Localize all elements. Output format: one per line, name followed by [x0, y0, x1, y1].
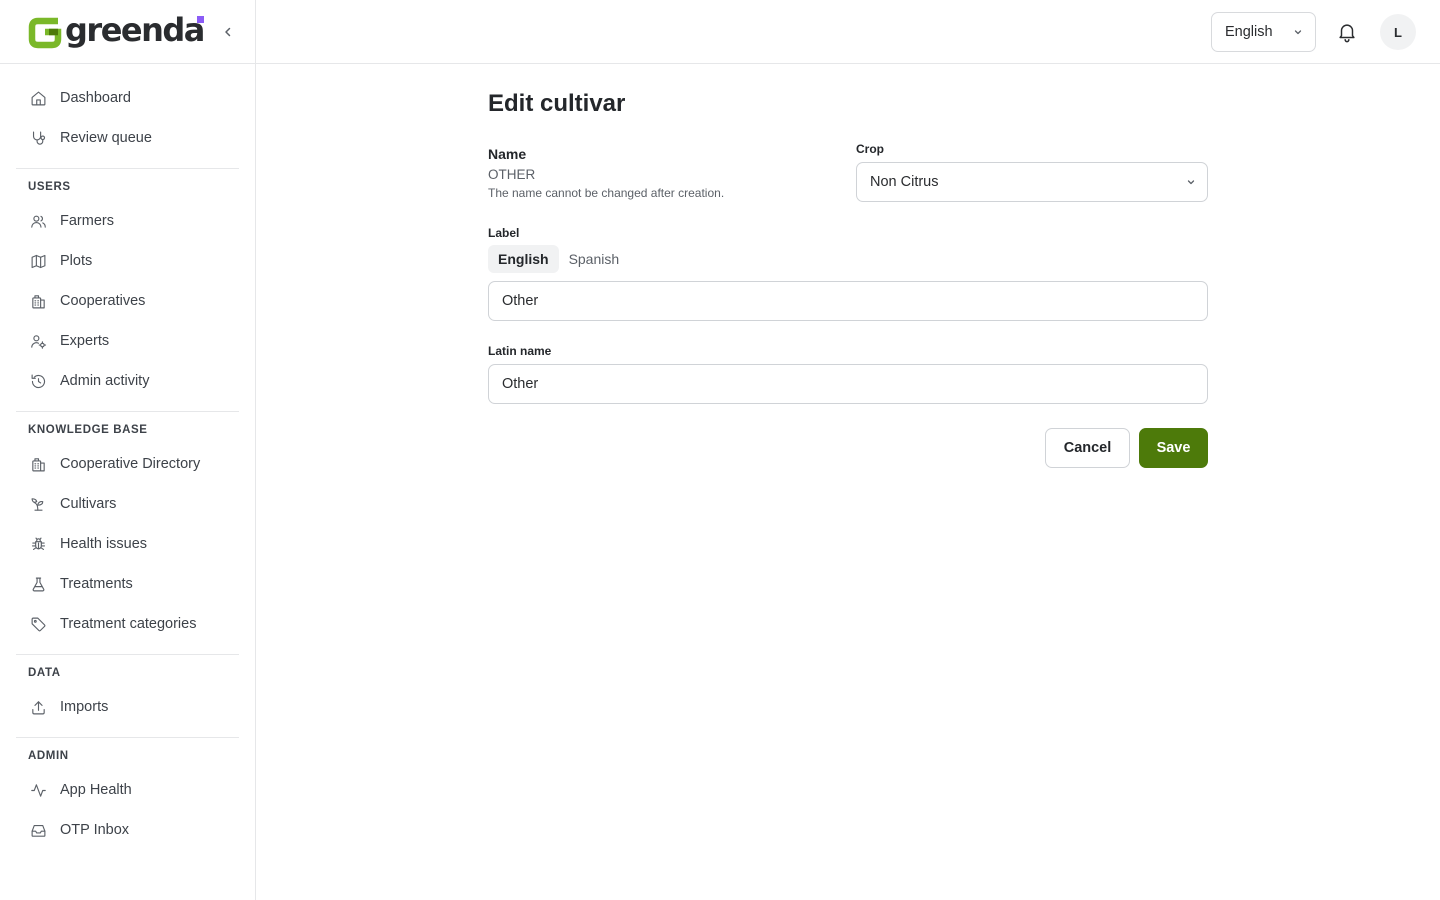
label-field: Label English Spanish	[488, 226, 1208, 321]
flask-icon	[28, 574, 48, 594]
upload-icon	[28, 697, 48, 717]
sidebar-item-label: Farmers	[60, 213, 114, 229]
latin-name-label: Latin name	[488, 344, 552, 358]
inbox-icon	[28, 820, 48, 840]
home-icon	[28, 88, 48, 108]
crop-label: Crop	[856, 142, 884, 156]
language-select[interactable]: English	[1211, 12, 1316, 52]
brand-header: greenda	[0, 0, 255, 64]
sidebar-item-farmers[interactable]: Farmers	[16, 201, 239, 241]
stethoscope-icon	[28, 128, 48, 148]
building-icon	[28, 454, 48, 474]
sidebar-item-label: Experts	[60, 333, 110, 349]
brand-name: greenda	[65, 10, 205, 49]
latin-name-input[interactable]	[488, 364, 1208, 404]
cancel-button[interactable]: Cancel	[1045, 428, 1130, 468]
label-label: Label	[488, 226, 520, 240]
label-input[interactable]	[488, 281, 1208, 321]
name-help-text: The name cannot be changed after creatio…	[488, 186, 725, 200]
crop-field: Crop Non Citrus	[856, 142, 1208, 202]
section-label-admin: ADMIN	[28, 750, 69, 762]
sidebar-divider	[16, 411, 239, 412]
user-avatar[interactable]: L	[1380, 14, 1416, 50]
chevron-down-icon	[1187, 180, 1195, 185]
sidebar-divider	[16, 168, 239, 169]
sidebar-nav: Dashboard Review queue USERS Farmers Plo…	[0, 64, 255, 850]
sidebar-item-treatment-categories[interactable]: Treatment categories	[16, 604, 239, 644]
sidebar-item-label: Cooperatives	[60, 293, 146, 309]
sidebar-item-dashboard[interactable]: Dashboard	[16, 78, 239, 118]
sidebar-item-label: Cultivars	[60, 496, 117, 512]
sidebar-item-label: Admin activity	[60, 373, 150, 389]
tag-icon	[28, 614, 48, 634]
crop-select-value: Non Citrus	[870, 174, 939, 190]
sidebar-item-review-queue[interactable]: Review queue	[16, 118, 239, 158]
chevron-down-icon	[1294, 30, 1302, 35]
tab-english[interactable]: English	[488, 245, 559, 273]
users-icon	[28, 211, 48, 231]
sidebar-item-label: App Health	[60, 782, 132, 798]
sidebar-item-imports[interactable]: Imports	[16, 687, 239, 727]
sidebar-item-cooperative-directory[interactable]: Cooperative Directory	[16, 444, 239, 484]
name-value: OTHER	[488, 167, 536, 182]
sidebar-item-treatments[interactable]: Treatments	[16, 564, 239, 604]
latin-name-field: Latin name	[488, 344, 1208, 404]
sidebar-item-health-issues[interactable]: Health issues	[16, 524, 239, 564]
topbar: English L	[256, 0, 1440, 64]
sidebar-item-label: Treatments	[60, 576, 133, 592]
activity-icon	[28, 780, 48, 800]
sprout-icon	[28, 494, 48, 514]
sidebar: greenda Dashboard Review queue USERS Far…	[0, 0, 256, 900]
map-icon	[28, 251, 48, 271]
sidebar-item-app-health[interactable]: App Health	[16, 770, 239, 810]
sidebar-item-experts[interactable]: Experts	[16, 321, 239, 361]
section-label-data: DATA	[28, 667, 61, 679]
sidebar-item-admin-activity[interactable]: Admin activity	[16, 361, 239, 401]
brand-dot	[197, 16, 204, 23]
sidebar-item-label: Review queue	[60, 130, 152, 146]
tab-spanish[interactable]: Spanish	[559, 245, 630, 273]
sidebar-item-label: Cooperative Directory	[60, 456, 201, 472]
avatar-initial: L	[1394, 24, 1402, 40]
history-icon	[28, 371, 48, 391]
collapse-sidebar-button[interactable]	[218, 22, 238, 42]
form-actions: Cancel Save	[1045, 428, 1208, 468]
sidebar-item-cultivars[interactable]: Cultivars	[16, 484, 239, 524]
language-select-value: English	[1225, 24, 1273, 40]
sidebar-item-label: Dashboard	[60, 90, 131, 106]
crop-select[interactable]: Non Citrus	[856, 162, 1208, 202]
sidebar-item-label: Imports	[60, 699, 109, 715]
sidebar-item-label: OTP Inbox	[60, 822, 130, 838]
sidebar-divider	[16, 654, 239, 655]
bell-icon[interactable]	[1336, 21, 1358, 43]
sidebar-item-label: Treatment categories	[60, 616, 197, 632]
page-title: Edit cultivar	[488, 90, 626, 117]
sidebar-item-otp-inbox[interactable]: OTP Inbox	[16, 810, 239, 850]
sidebar-item-cooperatives[interactable]: Cooperatives	[16, 281, 239, 321]
save-button[interactable]: Save	[1139, 428, 1208, 468]
name-field: Name OTHER The name cannot be changed af…	[488, 146, 828, 200]
chevron-left-icon	[225, 27, 231, 37]
sidebar-item-label: Health issues	[60, 536, 148, 552]
greenda-g-logo	[28, 17, 62, 48]
label-language-tabs: English Spanish	[488, 245, 1208, 273]
name-label: Name	[488, 146, 527, 162]
section-label-knowledge-base: KNOWLEDGE BASE	[28, 424, 148, 436]
building-icon	[28, 291, 48, 311]
bug-icon	[28, 534, 48, 554]
user-cog-icon	[28, 331, 48, 351]
sidebar-item-label: Plots	[60, 253, 93, 269]
section-label-users: USERS	[28, 181, 71, 193]
sidebar-item-plots[interactable]: Plots	[16, 241, 239, 281]
sidebar-divider	[16, 737, 239, 738]
